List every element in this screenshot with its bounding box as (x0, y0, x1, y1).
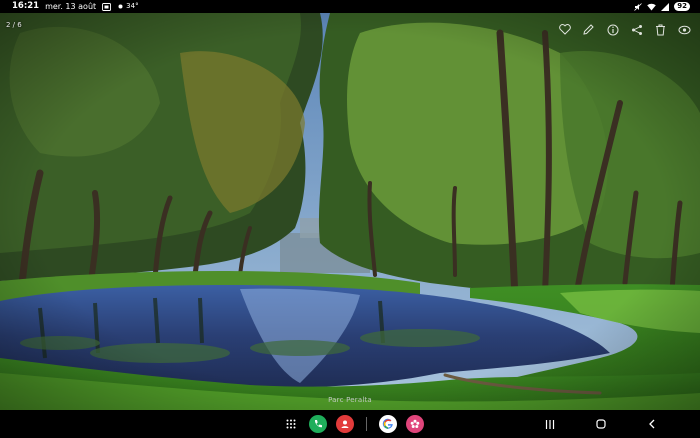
wifi-icon (647, 3, 657, 11)
battery-indicator: 92 (674, 2, 690, 11)
navigation-bar (0, 410, 700, 438)
phone-app-icon[interactable] (309, 415, 327, 433)
status-bar: 16:21 mer. 13 août 34° 92 (0, 0, 700, 13)
contacts-app-icon[interactable] (336, 415, 354, 433)
image-counter: 2 / 6 (6, 21, 22, 29)
weather-icon (117, 3, 124, 10)
clock: 16:21 (12, 1, 40, 11)
app-dock (282, 415, 424, 433)
edit-icon[interactable] (581, 22, 596, 37)
more-icon[interactable] (677, 22, 692, 37)
dock-separator (366, 417, 367, 431)
gallery-app-icon[interactable] (406, 415, 424, 433)
back-button[interactable] (644, 417, 660, 431)
delete-icon[interactable] (653, 22, 668, 37)
temperature: 34° (126, 2, 139, 10)
park-photo (0, 13, 700, 410)
home-button[interactable] (593, 417, 609, 431)
share-icon[interactable] (629, 22, 644, 37)
mute-icon (634, 2, 643, 11)
recent-apps-button[interactable] (542, 417, 558, 431)
date: mer. 13 août (45, 2, 97, 11)
heart-icon[interactable] (557, 22, 572, 37)
photo-view[interactable] (0, 13, 700, 410)
signal-icon (661, 2, 670, 11)
google-app-icon[interactable] (379, 415, 397, 433)
screenshot-icon (102, 2, 112, 11)
apps-grid-icon[interactable] (282, 415, 300, 433)
viewer-toolbar (557, 22, 692, 37)
location-label: Parc Peralta (328, 396, 372, 404)
info-icon[interactable] (605, 22, 620, 37)
